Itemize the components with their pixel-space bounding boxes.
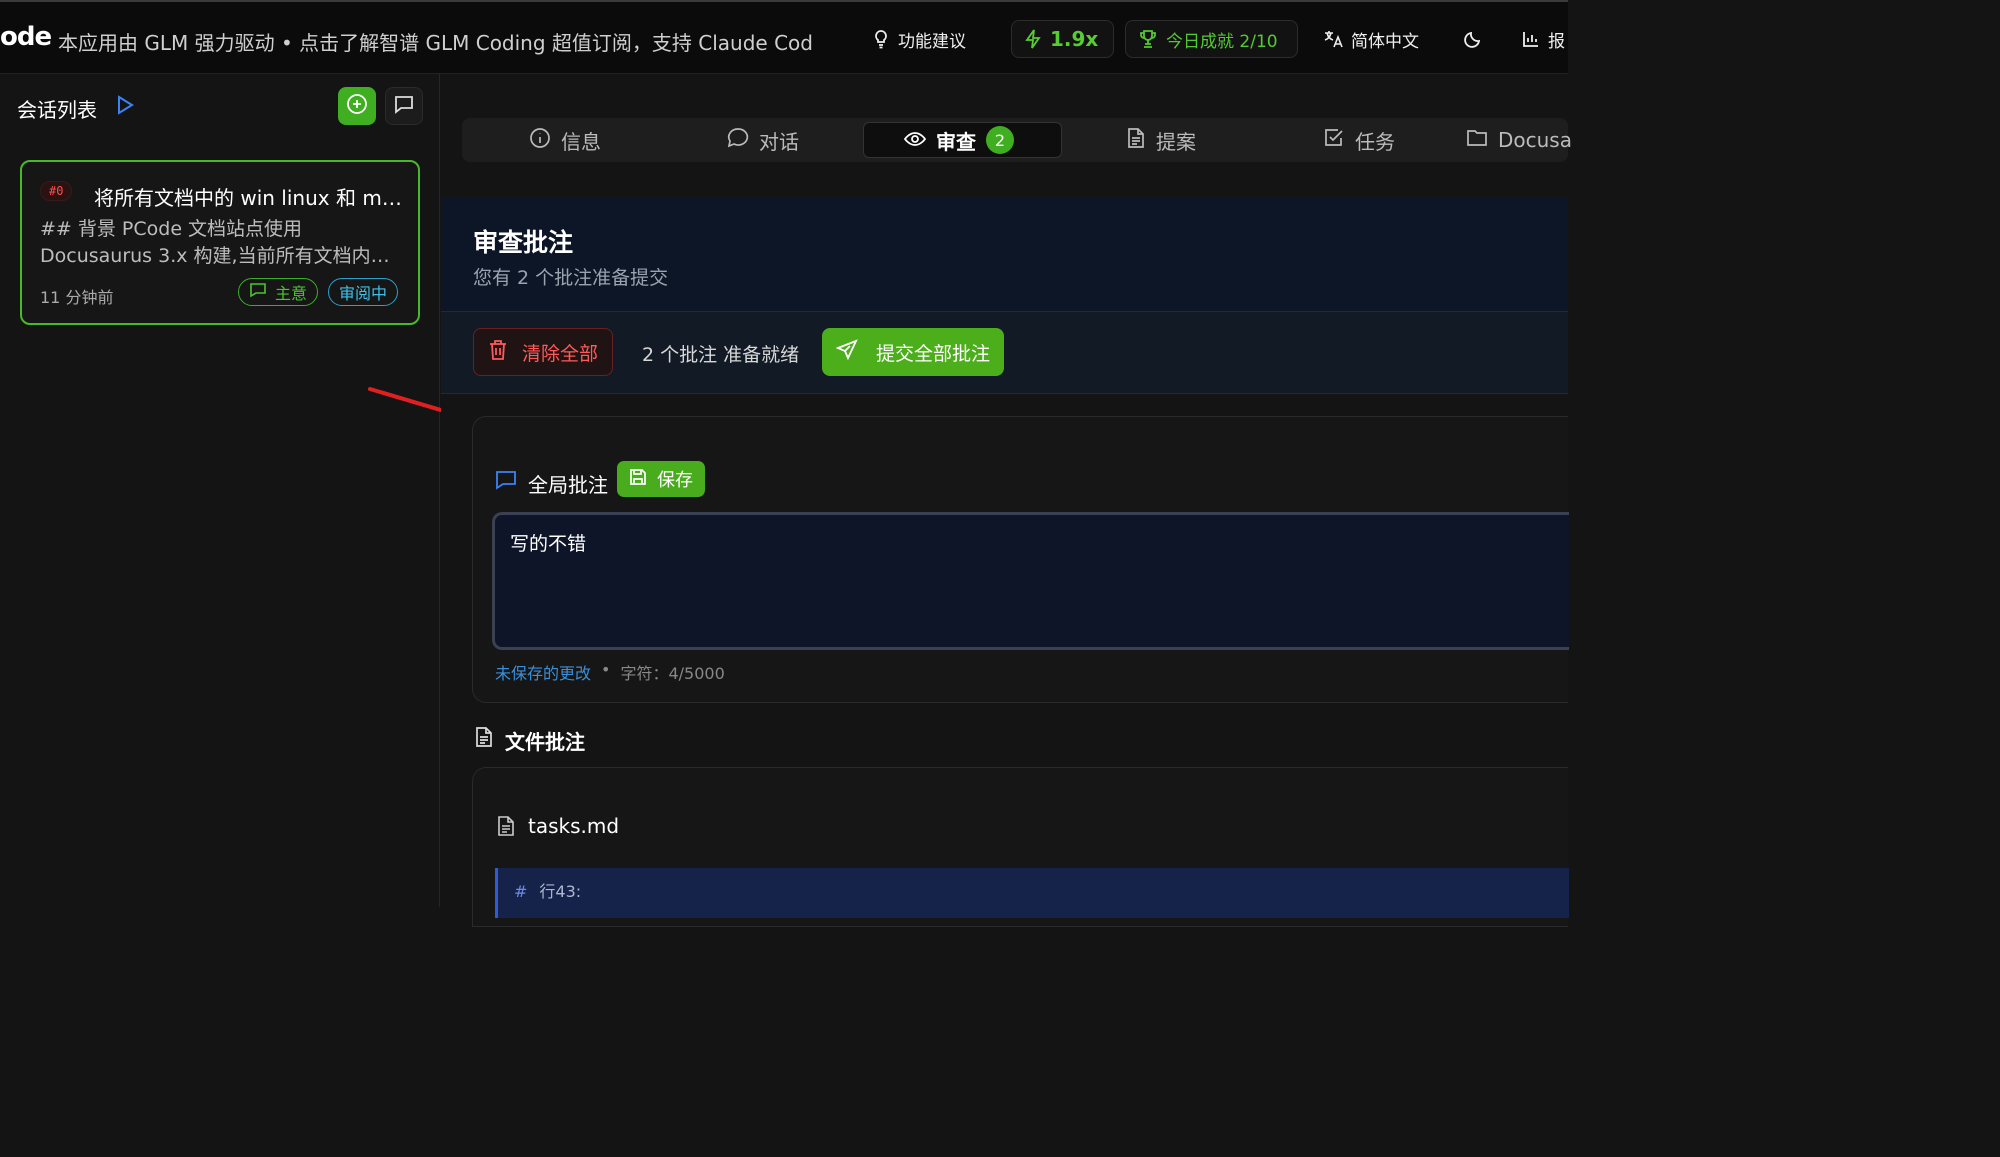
message-square-icon [495, 469, 517, 495]
tab-info[interactable]: 信息 [529, 122, 601, 158]
top-bar: ode 本应用由 GLM 强力驱动 • 点击了解智谱 GLM Coding 超值… [0, 0, 1568, 74]
app-logo[interactable]: ode [0, 22, 52, 52]
folder-icon [1466, 128, 1488, 153]
eye-icon [903, 128, 927, 152]
speed-button[interactable]: 1.9x [1011, 20, 1114, 58]
message-square-icon [249, 282, 267, 302]
theme-badge: 主意 [238, 278, 319, 306]
tab-label: 对话 [759, 129, 799, 154]
page-subtitle: 您有 2 个批注准备提交 [473, 267, 669, 289]
bar-chart-icon [1522, 30, 1540, 48]
submit-all-label: 提交全部批注 [876, 342, 991, 365]
message-square-icon [393, 93, 415, 119]
session-list-title: 会话列表 [17, 98, 97, 122]
translate-icon [1323, 29, 1343, 49]
achievement-label: 今日成就 2/10 [1166, 31, 1278, 52]
page-title: 审查批注 [473, 228, 574, 257]
tab-tasks[interactable]: 任务 [1323, 122, 1395, 158]
theme-toggle-button[interactable] [1464, 20, 1482, 58]
global-annotation-panel: 全局批注 保存 写的不错 未保存的更改 • 字符：4/5000 [472, 416, 1569, 703]
new-session-button[interactable] [338, 87, 376, 125]
tab-label: 提案 [1156, 129, 1196, 154]
trophy-icon [1138, 29, 1158, 49]
plus-circle-icon [346, 93, 368, 119]
tab-label: Docusa [1498, 128, 1572, 152]
annotation-status: 未保存的更改 • 字符：4/5000 [495, 660, 725, 684]
session-time: 11 分钟前 [40, 288, 114, 307]
save-icon [629, 468, 647, 491]
session-id-badge: #0 [40, 181, 73, 201]
language-label: 简体中文 [1351, 31, 1419, 52]
ready-status: 2 个批注 准备就绪 [642, 344, 800, 366]
session-description: ## 背景 PCode 文档站点使用 Docusaurus 3.x 构建,当前所… [40, 216, 404, 272]
clear-all-button[interactable]: 清除全部 [473, 328, 614, 376]
lightbulb-icon [872, 29, 890, 49]
tab-label: 任务 [1355, 129, 1395, 154]
lightning-icon [1024, 29, 1042, 49]
language-button[interactable]: 简体中文 [1323, 20, 1419, 58]
theme-badge-label: 主意 [275, 284, 308, 303]
file-name[interactable]: tasks.md [528, 814, 619, 838]
status-badge: 审阅中 [328, 278, 399, 306]
unsaved-changes-text: 未保存的更改 [495, 664, 592, 683]
tab-label: 信息 [561, 129, 601, 154]
document-icon [1126, 127, 1146, 154]
line-reference: 行43: [539, 882, 582, 901]
session-sidebar: 会话列表 #0 将所有文档中的 win linux 和 mac... ## 背景… [0, 74, 440, 907]
report-label: 报 [1548, 31, 1565, 52]
separator: • [601, 660, 611, 679]
review-action-bar: 清除全部 2 个批注 准备就绪 提交全部批注 [441, 312, 1568, 394]
tab-label: 审查 [936, 129, 976, 154]
hash-icon: # [514, 882, 528, 901]
session-title: 将所有文档中的 win linux 和 mac... [94, 186, 414, 210]
save-button[interactable]: 保存 [617, 461, 705, 497]
session-description-line: ## 背景 PCode 文档站点使用 [40, 218, 303, 240]
file-annotation-panel: tasks.md # 行43: [472, 767, 1569, 927]
report-button[interactable]: 报 [1522, 20, 1565, 58]
main-panel: 信息 对话 审查 2 提案 任务 Docusa 审查批注 您有 2 个批注准备提… [441, 74, 1572, 927]
trash-icon [488, 339, 508, 366]
file-line-annotation[interactable]: # 行43: [495, 868, 1569, 918]
char-count: 字符：4/5000 [620, 664, 725, 683]
review-header: 审查批注 您有 2 个批注准备提交 [441, 197, 1568, 312]
achievement-button[interactable]: 今日成就 2/10 [1125, 20, 1298, 58]
feature-suggest-button[interactable]: 功能建议 [872, 20, 966, 58]
submit-all-button[interactable]: 提交全部批注 [822, 328, 1005, 376]
clear-all-label: 清除全部 [522, 342, 599, 365]
session-description-line: Docusaurus 3.x 构建,当前所有文档内容... [40, 245, 404, 267]
moon-icon [1464, 30, 1482, 48]
checkbox-icon [1323, 127, 1345, 154]
chat-list-button[interactable] [385, 87, 423, 125]
tab-bar: 信息 对话 审查 2 提案 任务 Docusa [462, 118, 1572, 162]
file-annotations-title: 文件批注 [505, 730, 585, 754]
feature-suggest-label: 功能建议 [898, 31, 966, 52]
global-annotation-label: 全局批注 [528, 473, 608, 497]
document-icon [474, 726, 494, 752]
info-icon [529, 127, 551, 154]
review-count-badge: 2 [986, 126, 1014, 154]
save-label: 保存 [657, 470, 693, 491]
speed-value: 1.9x [1050, 27, 1099, 51]
send-icon [835, 338, 858, 366]
session-card[interactable]: #0 将所有文档中的 win linux 和 mac... ## 背景 PCod… [20, 160, 420, 325]
file-icon [497, 815, 515, 841]
tab-docusaurus[interactable]: Docusa [1466, 122, 1572, 158]
tab-chat[interactable]: 对话 [727, 122, 799, 158]
chat-icon [727, 127, 749, 154]
promo-banner[interactable]: 本应用由 GLM 强力驱动 • 点击了解智谱 GLM Coding 超值订阅，支… [58, 27, 814, 56]
tab-review[interactable]: 审查 2 [863, 122, 1062, 158]
global-annotation-input[interactable]: 写的不错 [492, 512, 1569, 650]
play-icon[interactable] [114, 94, 136, 120]
tab-proposal[interactable]: 提案 [1126, 122, 1196, 158]
